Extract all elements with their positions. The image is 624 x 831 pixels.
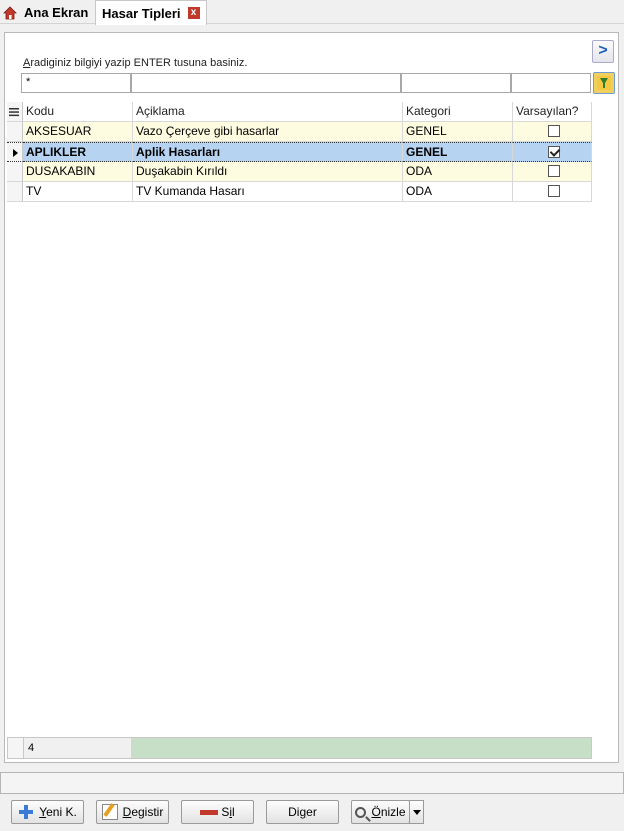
search-hint: Aradiginiz bilgiyi yazip ENTER tusuna ba… — [23, 57, 248, 69]
chevron-right-icon[interactable]: > — [592, 40, 614, 63]
table-row[interactable]: AKSESUAR Vazo Çerçeve gibi hasarlar GENE… — [7, 122, 592, 142]
cell-kategori[interactable]: GENEL — [403, 122, 513, 142]
cell-kodu[interactable]: APLIKLER — [23, 142, 133, 162]
current-row-arrow-icon — [13, 149, 18, 157]
filter-varsayilan-input[interactable] — [511, 73, 591, 93]
other-button[interactable]: Diger — [266, 800, 339, 824]
cell-kodu[interactable]: DUSAKABIN — [23, 162, 133, 182]
column-header-kodu[interactable]: Kodu — [23, 102, 133, 122]
table-row[interactable]: DUSAKABIN Duşakabin Kırıldı ODA — [7, 162, 592, 182]
filter-clear-button[interactable] — [593, 72, 615, 94]
row-indicator — [7, 182, 23, 202]
edit-button[interactable]: Degistir — [96, 800, 169, 824]
column-header-aciklama[interactable]: Açiklama — [133, 102, 403, 122]
record-count: 4 — [24, 738, 131, 758]
table-row[interactable]: TV TV Kumanda Hasarı ODA — [7, 182, 592, 202]
cell-aciklama[interactable]: Duşakabin Kırıldı — [133, 162, 403, 182]
varsayilan-checkbox[interactable] — [548, 185, 560, 197]
status-bar — [0, 772, 624, 794]
filter-kodu-input[interactable]: * — [21, 73, 131, 93]
grid-header-row: Kodu Açiklama Kategori Varsayılan? — [7, 102, 592, 122]
cell-kategori[interactable]: ODA — [403, 182, 513, 202]
filter-aciklama-input[interactable] — [131, 73, 401, 93]
filter-kategori-input[interactable] — [401, 73, 511, 93]
home-icon — [3, 5, 17, 20]
column-header-varsayilan[interactable]: Varsayılan? — [513, 102, 592, 122]
cell-kodu[interactable]: AKSESUAR — [23, 122, 133, 142]
tab-label: Ana Ekran — [24, 5, 89, 20]
cell-varsayilan — [513, 142, 592, 162]
grid-footer: 4 — [7, 737, 592, 759]
row-indicator — [7, 122, 23, 142]
delete-button[interactable]: Sil — [181, 800, 254, 824]
column-header-kategori[interactable]: Kategori — [403, 102, 513, 122]
varsayilan-checkbox[interactable] — [548, 146, 560, 158]
cell-kodu[interactable]: TV — [23, 182, 133, 202]
plus-icon — [18, 804, 34, 820]
minus-icon — [200, 804, 219, 820]
table-row[interactable]: APLIKLER Aplik Hasarları GENEL — [7, 142, 592, 162]
column-chooser-icon[interactable] — [7, 102, 23, 122]
other-button-label: Diger — [288, 805, 317, 819]
cell-varsayilan — [513, 182, 592, 202]
preview-button[interactable]: Önizle — [351, 800, 410, 824]
footer-indicator — [8, 738, 24, 758]
cell-aciklama[interactable]: Vazo Çerçeve gibi hasarlar — [133, 122, 403, 142]
row-indicator — [7, 142, 23, 162]
edit-icon — [101, 804, 118, 820]
tab-strip: Ana Ekran Hasar Tipleri x — [0, 0, 624, 25]
preview-dropdown-chevron-down-icon[interactable] — [409, 800, 424, 824]
main-panel: Aradiginiz bilgiyi yazip ENTER tusuna ba… — [4, 32, 619, 763]
magnifier-icon — [355, 806, 367, 818]
tab-label: Hasar Tipleri — [102, 5, 181, 21]
edit-button-label: Degistir — [122, 805, 164, 819]
filter-icon — [597, 76, 611, 90]
tab-hasar-tipleri[interactable]: Hasar Tipleri x — [95, 0, 207, 25]
varsayilan-checkbox[interactable] — [548, 125, 560, 137]
varsayilan-checkbox[interactable] — [548, 165, 560, 177]
cell-varsayilan — [513, 122, 592, 142]
cell-varsayilan — [513, 162, 592, 182]
new-button-label: Yeni K. — [39, 805, 77, 819]
close-icon[interactable]: x — [187, 7, 200, 19]
cell-aciklama[interactable]: Aplik Hasarları — [133, 142, 403, 162]
preview-button-label: Önizle — [371, 805, 406, 819]
delete-button-label: Sil — [221, 805, 235, 819]
row-indicator — [7, 162, 23, 182]
tab-ana-ekran[interactable]: Ana Ekran — [0, 1, 94, 24]
new-button[interactable]: Yeni K. — [11, 800, 84, 824]
cell-aciklama[interactable]: TV Kumanda Hasarı — [133, 182, 403, 202]
cell-kategori[interactable]: GENEL — [403, 142, 513, 162]
cell-kategori[interactable]: ODA — [403, 162, 513, 182]
